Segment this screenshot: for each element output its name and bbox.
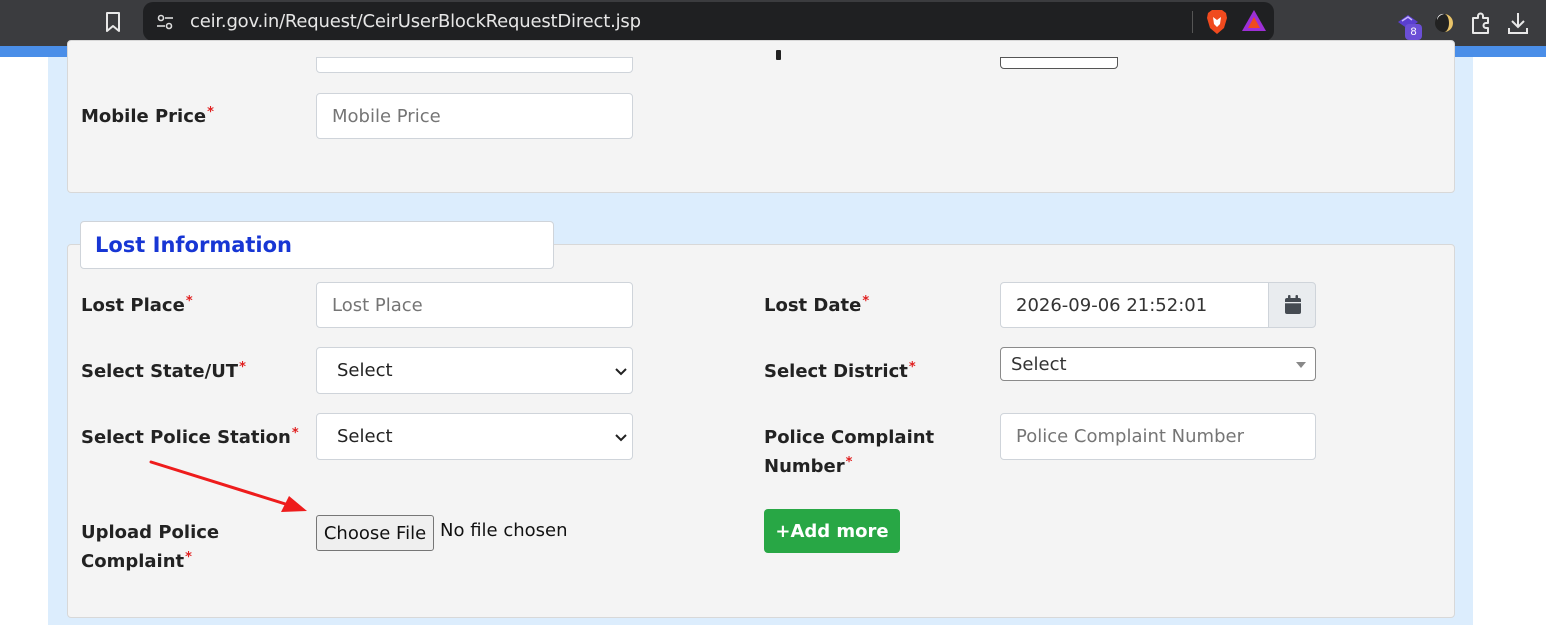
required-mark: * [185, 294, 193, 309]
file-status-text: No file chosen [440, 520, 568, 541]
required-mark: * [207, 105, 214, 120]
caret-down-icon [1296, 362, 1306, 368]
required-mark: * [185, 550, 192, 565]
complaint-number-input[interactable] [1000, 413, 1316, 460]
partial-label-fragment [776, 50, 781, 60]
complaint-number-label: Police Complaint Number* [764, 427, 935, 477]
state-select[interactable]: Select [316, 347, 633, 394]
state-label: Select State/UT* [81, 360, 246, 382]
required-mark: * [908, 360, 916, 375]
partial-input-field[interactable] [316, 57, 633, 73]
url-divider [1192, 11, 1193, 33]
police-station-select[interactable]: Select [316, 413, 633, 460]
extension-badge: 8 [1405, 24, 1422, 40]
district-label: Select District* [764, 360, 916, 382]
lost-place-input[interactable] [316, 282, 633, 328]
required-mark: * [862, 294, 870, 309]
mobile-price-label: Mobile Price* [81, 105, 214, 127]
chevron-down-icon [615, 367, 627, 375]
extension-icon[interactable] [1433, 12, 1455, 34]
download-icon[interactable] [1506, 10, 1530, 36]
url-text[interactable]: ceir.gov.in/Request/CeirUserBlockRequest… [190, 11, 641, 32]
district-select[interactable]: Select [1000, 347, 1316, 381]
add-more-button[interactable]: +Add more [764, 509, 900, 553]
puzzle-icon[interactable] [1468, 10, 1494, 36]
required-mark: * [291, 426, 299, 441]
device-info-panel [67, 40, 1455, 193]
brave-rewards-icon[interactable] [1241, 9, 1267, 33]
lost-date-label: Lost Date* [764, 294, 870, 316]
police-station-label: Select Police Station* [81, 426, 299, 448]
required-mark: * [239, 360, 246, 375]
chevron-down-icon [615, 433, 627, 441]
mobile-price-input[interactable] [316, 93, 633, 139]
partial-input-field[interactable] [1000, 57, 1118, 69]
calendar-icon [1285, 295, 1301, 314]
section-legend: Lost Information [80, 221, 554, 269]
site-settings-icon[interactable] [155, 12, 175, 32]
calendar-button[interactable] [1268, 282, 1316, 328]
brave-shields-icon[interactable] [1205, 9, 1229, 35]
lost-place-label: Lost Place* [81, 294, 193, 316]
address-bar[interactable]: ceir.gov.in/Request/CeirUserBlockRequest… [143, 2, 1274, 41]
required-mark: * [845, 455, 853, 470]
annotation-arrow-icon [149, 460, 307, 512]
choose-file-button[interactable]: Choose File [316, 515, 434, 551]
upload-complaint-label: Upload Police Complaint* [81, 522, 220, 572]
section-title: Lost Information [95, 233, 293, 257]
lost-date-input[interactable]: 2026-09-06 21:52:01 [1000, 282, 1270, 328]
bookmark-icon[interactable] [103, 11, 123, 33]
